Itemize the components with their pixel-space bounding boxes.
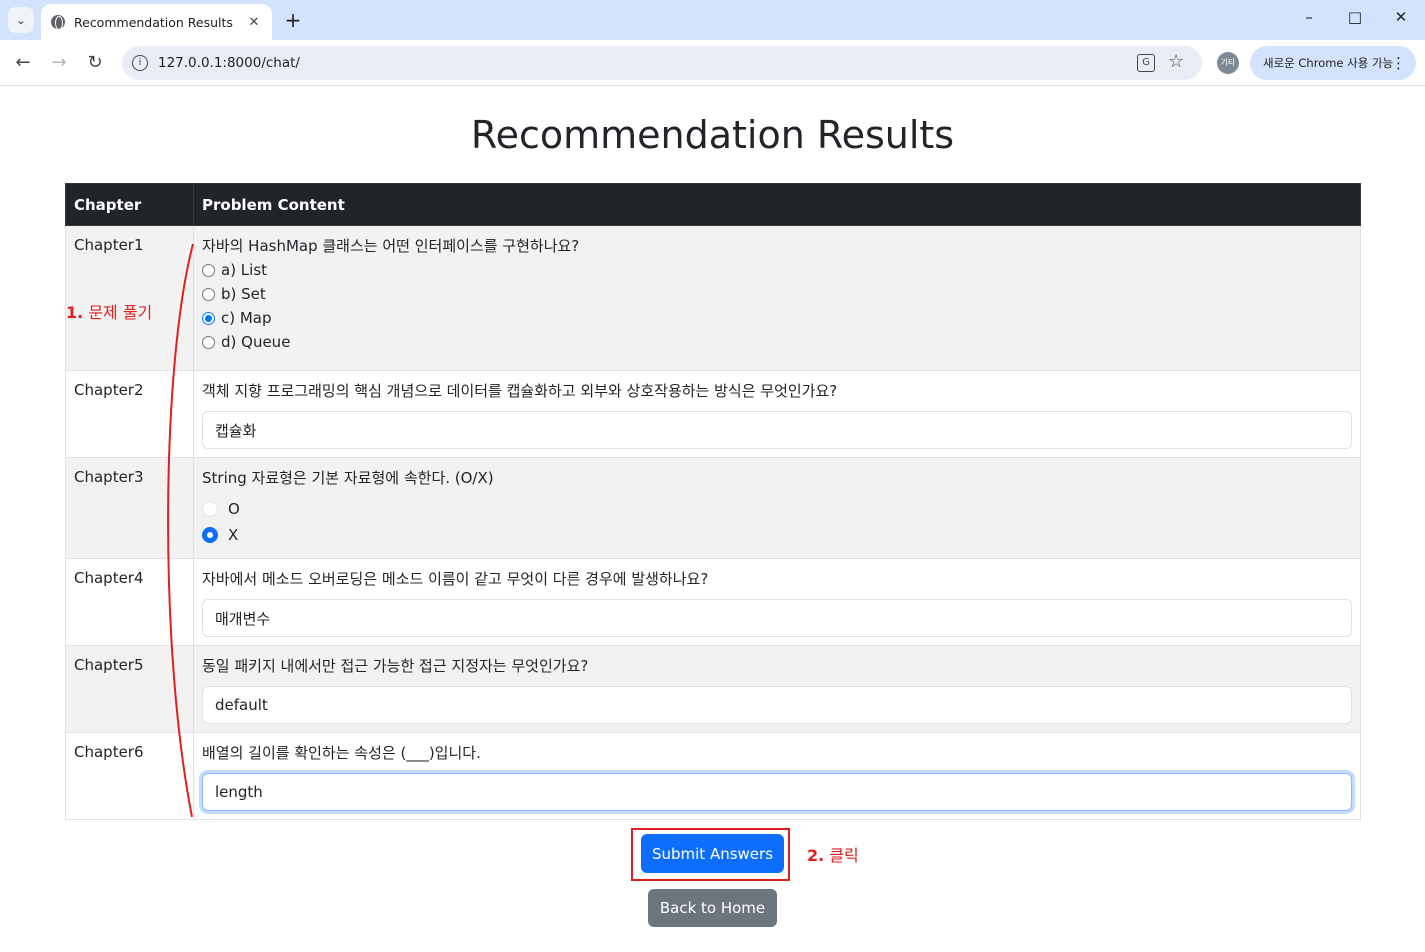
question-text: 동일 패키지 내에서만 접근 가능한 접근 지정자는 무엇인가요?	[202, 657, 589, 675]
header-problem-content: Problem Content	[193, 183, 1361, 226]
content-cell: 배열의 길이를 확인하는 속성은 (___)입니다.	[193, 732, 1361, 820]
site-info-icon[interactable]: i	[132, 55, 148, 71]
option-label: d) Queue	[221, 333, 291, 351]
question-text: 자바에서 메소드 오버로딩은 메소드 이름이 같고 무엇이 다른 경우에 발생하…	[202, 570, 709, 588]
maximize-icon[interactable]: □	[1343, 8, 1367, 26]
option-x[interactable]: X	[202, 522, 1352, 548]
new-tab-icon[interactable]: +	[282, 9, 304, 31]
radio-button[interactable]	[202, 501, 218, 517]
question-text: 배열의 길이를 확인하는 속성은 (___)입니다.	[202, 744, 481, 762]
option-b[interactable]: b) Set	[202, 282, 1352, 306]
table-row: Chapter2 객체 지향 프로그래밍의 핵심 개념으로 데이터를 캡슐화하고…	[65, 370, 1361, 458]
tab-strip: ⌄ Recommendation Results ✕ + – □ ✕	[0, 0, 1425, 40]
profile-avatar[interactable]: 기타	[1217, 52, 1239, 74]
answer-input[interactable]	[202, 411, 1352, 449]
content-cell: 자바에서 메소드 오버로딩은 메소드 이름이 같고 무엇이 다른 경우에 발생하…	[193, 558, 1361, 646]
radio-button-checked[interactable]	[202, 527, 218, 543]
annotation-step1: 1. 문제 풀기	[66, 299, 152, 323]
option-o[interactable]: O	[202, 496, 1352, 522]
url-text[interactable]: 127.0.0.1:8000/chat/	[158, 55, 300, 71]
table-row: Chapter6 배열의 길이를 확인하는 속성은 (___)입니다.	[65, 732, 1361, 820]
page-title: Recommendation Results	[470, 113, 955, 157]
question-text: 객체 지향 프로그래밍의 핵심 개념으로 데이터를 캡슐화하고 외부와 상호작용…	[202, 382, 838, 400]
radio-button[interactable]	[202, 287, 215, 301]
table-row: Chapter3 String 자료형은 기본 자료형에 속한다. (O/X) …	[65, 457, 1361, 559]
table-header-row: Chapter Problem Content	[65, 183, 1361, 226]
chrome-update-button[interactable]: 새로운 Chrome 사용 가능 ⋮	[1250, 46, 1416, 80]
submit-answers-button[interactable]: Submit Answers	[641, 834, 784, 873]
back-arrow-icon[interactable]: ←	[11, 51, 35, 75]
close-icon[interactable]: ✕	[246, 15, 262, 30]
option-d[interactable]: d) Queue	[202, 330, 1352, 354]
option-label: b) Set	[221, 285, 266, 303]
radio-button-checked[interactable]	[202, 311, 215, 325]
question-text: String 자료형은 기본 자료형에 속한다. (O/X)	[202, 469, 494, 487]
tab-title: Recommendation Results	[74, 14, 233, 30]
globe-icon	[51, 15, 65, 30]
answer-input[interactable]	[202, 686, 1352, 724]
option-label: c) Map	[221, 309, 272, 327]
question-text: 자바의 HashMap 클래스는 어떤 인터페이스를 구현하나요?	[202, 237, 580, 255]
tab-search-button[interactable]: ⌄	[8, 7, 34, 33]
chevron-down-icon: ⌄	[16, 13, 26, 27]
back-to-home-button[interactable]: Back to Home	[648, 889, 777, 927]
content-cell: 객체 지향 프로그래밍의 핵심 개념으로 데이터를 캡슐화하고 외부와 상호작용…	[193, 370, 1361, 458]
table-row: Chapter5 동일 패키지 내에서만 접근 가능한 접근 지정자는 무엇인가…	[65, 645, 1361, 733]
reload-icon[interactable]: ↻	[83, 51, 107, 75]
translate-icon[interactable]: G	[1137, 54, 1155, 72]
page-content: Recommendation Results Chapter Problem C…	[0, 87, 1425, 952]
address-bar[interactable]: i 127.0.0.1:8000/chat/ G ☆	[122, 46, 1202, 80]
answer-input[interactable]	[202, 599, 1352, 637]
header-chapter: Chapter	[65, 183, 194, 226]
minimize-icon[interactable]: –	[1297, 8, 1321, 26]
option-label: a) List	[221, 261, 268, 279]
annotation-bracket-curve	[167, 243, 194, 818]
star-icon[interactable]: ☆	[1168, 51, 1184, 72]
annotation-step2: 2. 클릭	[807, 842, 859, 866]
table-row: Chapter1 자바의 HashMap 클래스는 어떤 인터페이스를 구현하나…	[65, 225, 1361, 371]
tab-active[interactable]: Recommendation Results ✕	[41, 4, 272, 40]
annotation-step2-text: 클릭	[829, 846, 859, 865]
annotation-step2-number: 2.	[807, 846, 825, 865]
option-a[interactable]: a) List	[202, 258, 1352, 282]
browser-toolbar: ← → ↻ i 127.0.0.1:8000/chat/ G ☆ 기타 새로운 …	[0, 40, 1425, 86]
radio-button[interactable]	[202, 335, 215, 349]
kebab-menu-icon[interactable]: ⋮	[1391, 46, 1406, 80]
content-cell: String 자료형은 기본 자료형에 속한다. (O/X) O X	[193, 457, 1361, 559]
annotation-step1-number: 1.	[66, 303, 84, 322]
answer-input[interactable]	[202, 773, 1352, 811]
option-c[interactable]: c) Map	[202, 306, 1352, 330]
forward-arrow-icon[interactable]: →	[47, 51, 71, 75]
radio-button[interactable]	[202, 263, 215, 277]
window-close-icon[interactable]: ✕	[1389, 8, 1413, 26]
option-label: O	[228, 500, 240, 518]
option-label: X	[228, 526, 239, 544]
content-cell: 동일 패키지 내에서만 접근 가능한 접근 지정자는 무엇인가요?	[193, 645, 1361, 733]
annotation-step1-text: 문제 풀기	[88, 303, 153, 322]
update-label: 새로운 Chrome 사용 가능	[1263, 56, 1394, 70]
results-table: Chapter Problem Content Chapter1 자바의 Has…	[65, 183, 1361, 820]
table-row: Chapter4 자바에서 메소드 오버로딩은 메소드 이름이 같고 무엇이 다…	[65, 558, 1361, 646]
content-cell: 자바의 HashMap 클래스는 어떤 인터페이스를 구현하나요? a) Lis…	[193, 225, 1361, 371]
